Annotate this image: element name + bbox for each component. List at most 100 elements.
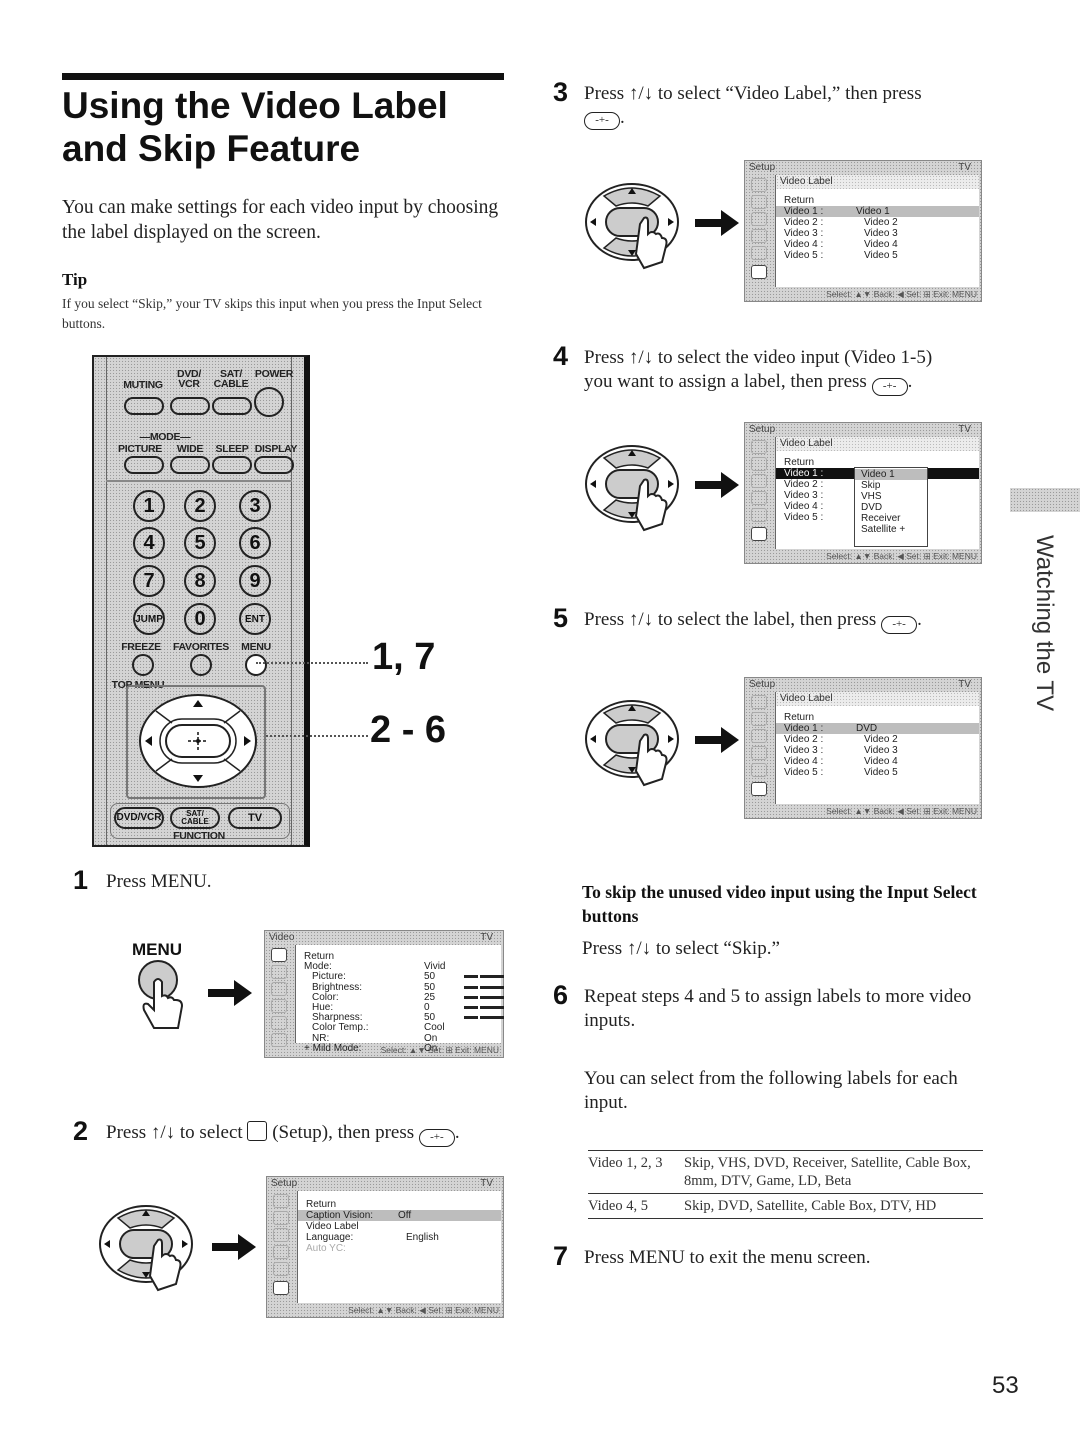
osd-header: Setup TV [749,162,971,173]
remote-divider [106,480,292,482]
section-side-label: Watching the TV [1031,535,1058,712]
callout-2-6: 2 - 6 [370,709,447,751]
sleep-button[interactable] [212,456,252,474]
osd-body: Video Label Return Video 1 : DVD Video 2 : Vi… [775,692,979,804]
remote-illustration: MUTING DVD/ VCR SAT/ CABLE POWER —MODE— … [92,355,310,847]
menu-button[interactable] [245,654,267,676]
setup-icon [751,527,767,541]
dvd-vcr-button[interactable] [170,397,210,415]
channel-icon [751,746,767,760]
number-5-button[interactable]: 5 [184,527,216,559]
muting-button[interactable] [124,397,164,415]
video-icon [751,440,767,454]
callout-1-7: 1, 7 [372,636,436,678]
osd-body: Video Label Return Video 1 : Video 1 Video 2… [775,175,979,287]
ent-button[interactable]: ENT [239,603,271,635]
osd-row-label: Video 4 : [784,239,824,250]
osd-row: Return [784,195,979,206]
osd-row-label: Video 3 : [784,228,824,239]
dpad[interactable] [136,691,260,791]
wide-button[interactable] [170,456,210,474]
jump-button[interactable]: JUMP [133,603,165,635]
sat-cable-label: SAT/ CABLE [213,368,249,390]
number-2-button[interactable]: 2 [184,490,216,522]
osd-dropdown-item: Video 1 [855,469,927,480]
mode-label: —MODE— [139,431,191,443]
osd-row-label: Video 3 : [784,490,824,501]
osd-row-label: Video 4 : [784,756,824,767]
enter-button-icon: -+- [871,378,908,396]
osd-row: Video 1 : DVD [776,723,979,734]
osd-slider-bar [464,1006,504,1009]
osd-row: Return [306,1199,501,1210]
screen-icon [271,982,287,996]
number-6-button[interactable]: 6 [239,527,271,559]
parent-icon [273,1262,289,1276]
parent-icon [751,763,767,777]
osd-row: Return [784,712,979,723]
picture-button[interactable] [124,456,164,474]
display-button[interactable] [254,456,294,474]
osd-row: Video 5 : Video 5 [784,767,979,778]
osd-row: Video 3 : Video 3 [784,228,979,239]
table-cell-labels: Skip, DVD, Satellite, Cable Box, DTV, HD [684,1198,937,1214]
dvd-vcr-label: DVD/ VCR [177,368,201,390]
number-9-button[interactable]: 9 [239,565,271,597]
function-sat-cable-button[interactable]: SAT/ CABLE [170,807,220,829]
number-0-button[interactable]: 0 [184,603,216,635]
osd-submenu-title: Video Label [776,692,979,706]
osd-row-label: Video 2 : [784,734,824,745]
arrow-right-icon [212,1234,256,1260]
osd-dropdown: Video 1 Skip VHS DVD Receiver Satellite + [854,467,928,547]
number-4-button[interactable]: 4 [133,527,165,559]
osd-row-value: Video 4 [864,239,898,250]
number-3-button[interactable]: 3 [239,490,271,522]
osd-row: Caption Vision: Off [298,1210,501,1221]
audio-icon [271,965,287,979]
sat-cable-button[interactable] [212,397,252,415]
osd-row-value: English [406,1232,439,1243]
number-8-button[interactable]: 8 [184,565,216,597]
osd-row-label: Video 4 : [784,501,824,512]
favorites-button[interactable] [190,654,212,676]
osd-header: Setup TV [749,679,971,690]
arrow-right-icon [695,727,739,753]
title-line-1: Using the Video Label [62,85,448,126]
remote-edge [291,357,292,845]
freeze-button[interactable] [132,654,154,676]
osd-row-value: Video 2 [864,217,898,228]
number-1-button[interactable]: 1 [133,490,165,522]
osd-submenu-title: Video Label [776,175,979,189]
enter-button-icon: -+- [418,1129,455,1147]
video-icon [751,178,767,192]
function-tv-button[interactable]: TV [228,807,282,829]
setup-icon [273,1281,289,1295]
osd-row-value: Video 5 [864,767,898,778]
channel-icon [751,229,767,243]
dpad-press-enter-icon [585,700,679,787]
osd-row-label: Video 5 : [784,250,824,261]
skip-heading: To skip the unused video input using the… [582,882,977,926]
osd-row-label: Video 3 : [784,745,824,756]
osd-header: Video TV [269,932,493,943]
osd-row-value: DVD [856,723,878,734]
audio-icon [751,457,767,471]
power-button[interactable] [254,387,284,417]
step-5-text: Press ↑/↓ to select the label, then pres… [584,608,922,634]
number-7-button[interactable]: 7 [133,565,165,597]
osd-header: Setup TV [749,424,971,435]
title-line-2: and Skip Feature [62,128,361,169]
osd-sidebar [745,692,773,804]
osd-row: Video 3 : Video 3 [784,745,979,756]
skip-text: Press ↑/↓ to select “Skip.” [582,938,780,959]
osd-row-label: Video 5 : [784,512,824,523]
osd-row-value: Video 2 [864,734,898,745]
parent-icon [751,246,767,260]
video-icon [271,948,287,962]
parent-icon [751,508,767,522]
osd-row-value: Off [398,1210,412,1221]
tip-text: If you select “Skip,” your TV skips this… [62,296,482,331]
function-dvd-vcr-button[interactable]: DVD/VCR [114,807,164,829]
osd-slider-bar [478,993,480,1001]
osd-row-label: Return [784,457,815,468]
